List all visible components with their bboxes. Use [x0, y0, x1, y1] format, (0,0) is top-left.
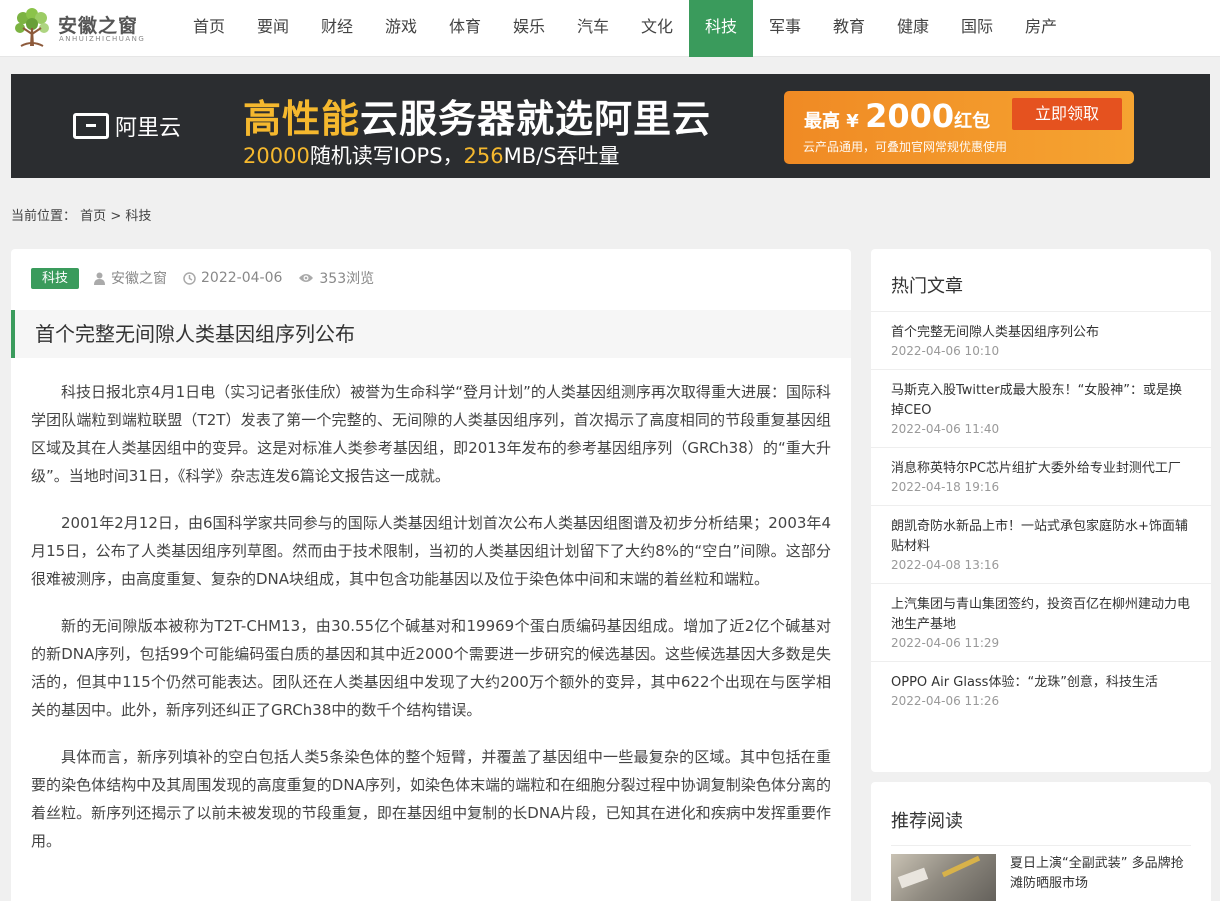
banner-headline-highlight: 高性能 [243, 97, 361, 141]
site-header: 安徽之窗 ANHUIZHICHUANG 首页 要闻 财经 游戏 体育 娱乐 汽车 文化 科技 军事… [0, 0, 1220, 57]
breadcrumb-label: 当前位置： [11, 209, 77, 224]
author-name: 安徽之窗 [111, 271, 168, 287]
logo-title: 安徽之窗 [58, 15, 139, 37]
article-body: 科技日报北京4月1日电（实习记者张佳欣）被誉为生命科学“登月计划”的人类基因组测… [31, 378, 831, 874]
banner-headline: 高性能云服务器就选阿里云 [243, 88, 711, 143]
banner-sub-num2: 256 [463, 144, 504, 168]
banner-sub-text2: MB/S吞吐量 [503, 144, 620, 168]
coupon-note: 云产品通用，可叠加官网常规优惠使用 [803, 140, 1008, 154]
banner-sub-num1: 20000 [243, 144, 310, 168]
hot-article-title[interactable]: 首个完整无间隙人类基因组序列公布 [891, 323, 1191, 343]
banner-sub-text1: 随机读写IOPS， [309, 144, 464, 168]
article-panel: 科技 安徽之窗 2022-04-06 353浏览 首个完整无间隙人类基因组序列公… [11, 249, 851, 901]
nav-item-10[interactable]: 教育 [817, 0, 881, 57]
user-icon [94, 272, 106, 285]
hot-article-item[interactable]: 首个完整无间隙人类基因组序列公布 2022-04-06 10:10 [871, 312, 1211, 370]
recommended-divider [891, 845, 1191, 846]
article-meta: 科技 安徽之窗 2022-04-06 353浏览 [31, 267, 390, 289]
nav-item-5[interactable]: 娱乐 [497, 0, 561, 57]
banner-ad[interactable]: 阿里云 高性能云服务器就选阿里云 20000随机读写IOPS，256MB/S吞吐… [11, 74, 1210, 178]
coupon-amount: 最高 ¥ 2000红包 [804, 97, 990, 135]
article-paragraph: 具体而言，新序列填补的空白包括人类5条染色体的整个短臂，并覆盖了基因组中一些最复… [31, 748, 831, 850]
recommended-thumbnail[interactable] [891, 854, 996, 901]
hot-article-title[interactable]: 上汽集团与青山集团签约，投资百亿在柳州建动力电池生产基地 [891, 595, 1191, 635]
hot-article-date: 2022-04-06 11:40 [891, 422, 1000, 436]
hot-article-item[interactable]: 消息称英特尔PC芯片组扩大委外给专业封测代工厂 2022-04-18 19:16 [871, 448, 1211, 506]
nav-item-9[interactable]: 军事 [753, 0, 817, 57]
view-count: 353浏览 [319, 271, 375, 287]
nav-item-7[interactable]: 文化 [625, 0, 689, 57]
hot-articles-panel: 热门文章 首个完整无间隙人类基因组序列公布 2022-04-06 10:10 马斯克… [871, 249, 1211, 772]
breadcrumb-home-link[interactable]: 首页 [80, 209, 106, 224]
article-title: 首个完整无间隙人类基因组序列公布 [35, 322, 355, 346]
eye-icon [299, 274, 314, 282]
recommended-panel: 推荐阅读 夏日上演“全副武装” 多品牌抢滩防晒服市场 [871, 782, 1211, 901]
hot-article-title[interactable]: OPPO Air Glass体验：“龙珠”创意，科技生活 [891, 673, 1191, 693]
main-nav: 首页 要闻 财经 游戏 体育 娱乐 汽车 文化 科技 军事 教育 健康 国际 房产 [177, 0, 1073, 57]
hot-article-title[interactable]: 马斯克入股Twitter成最大股东！“女股神”：或是换掉CEO [891, 381, 1191, 421]
logo-subtitle: ANHUIZHICHUANG [59, 35, 146, 43]
recommended-title: 推荐阅读 [891, 811, 963, 832]
article-paragraph: 新的无间隙版本被称为T2T-CHM13，由30.55亿个碱基对和19969个蛋白… [31, 617, 831, 719]
breadcrumb: 当前位置： 首页 > 科技 [11, 205, 151, 224]
banner-subline: 20000随机读写IOPS，256MB/S吞吐量 [243, 140, 620, 170]
nav-item-0[interactable]: 首页 [177, 0, 241, 57]
hot-article-title[interactable]: 朗凯奇防水新品上市！一站式承包家庭防水+饰面辅贴材料 [891, 517, 1191, 557]
site-logo[interactable]: 安徽之窗 ANHUIZHICHUANG [13, 8, 146, 48]
hot-article-title[interactable]: 消息称英特尔PC芯片组扩大委外给专业封测代工厂 [891, 459, 1191, 479]
hot-articles-list: 首个完整无间隙人类基因组序列公布 2022-04-06 10:10 马斯克入股Twi… [871, 312, 1211, 719]
coupon-suffix: 红包 [954, 111, 991, 132]
tree-logo-icon [15, 8, 49, 47]
coupon-box[interactable]: 最高 ¥ 2000红包 云产品通用，可叠加官网常规优惠使用 立即领取 [784, 91, 1134, 164]
hot-articles-title: 热门文章 [871, 249, 1211, 312]
hot-article-date: 2022-04-06 11:26 [891, 694, 1000, 708]
hot-article-item[interactable]: OPPO Air Glass体验：“龙珠”创意，科技生活 2022-04-06 1… [871, 662, 1211, 719]
article-paragraph: 2001年2月12日，由6国科学家共同参与的国际人类基因组计划首次公布人类基因组… [31, 514, 831, 588]
nav-item-11[interactable]: 健康 [881, 0, 945, 57]
nav-item-8[interactable]: 科技 [689, 0, 753, 57]
hot-article-item[interactable]: 朗凯奇防水新品上市！一站式承包家庭防水+饰面辅贴材料 2022-04-08 13:… [871, 506, 1211, 584]
aliyun-logo-icon [73, 113, 109, 139]
hot-article-date: 2022-04-18 19:16 [891, 480, 1000, 494]
nav-item-2[interactable]: 财经 [305, 0, 369, 57]
hot-article-date: 2022-04-06 10:10 [891, 344, 1000, 358]
hot-article-item[interactable]: 上汽集团与青山集团签约，投资百亿在柳州建动力电池生产基地 2022-04-06 1… [871, 584, 1211, 662]
aliyun-logo: 阿里云 [73, 110, 181, 142]
publish-date: 2022-04-06 [201, 270, 283, 286]
claim-coupon-button[interactable]: 立即领取 [1012, 98, 1122, 130]
recommended-item-title[interactable]: 夏日上演“全副武装” 多品牌抢滩防晒服市场 [1010, 854, 1191, 894]
author-meta: 安徽之窗 [93, 268, 167, 288]
article-paragraph: 科技日报北京4月1日电（实习记者张佳欣）被誉为生命科学“登月计划”的人类基因组测… [31, 383, 831, 485]
nav-item-13[interactable]: 房产 [1009, 0, 1073, 57]
views-meta: 353浏览 [298, 268, 374, 288]
aliyun-brand-text: 阿里云 [115, 116, 182, 141]
nav-item-12[interactable]: 国际 [945, 0, 1009, 57]
nav-item-6[interactable]: 汽车 [561, 0, 625, 57]
date-meta: 2022-04-06 [183, 270, 282, 286]
breadcrumb-separator: > [110, 209, 122, 224]
article-title-bar: 首个完整无间隙人类基因组序列公布 [11, 310, 851, 358]
clock-icon [183, 271, 196, 285]
coupon-prefix: 最高 ¥ [804, 111, 866, 132]
breadcrumb-current-link[interactable]: 科技 [125, 209, 151, 224]
hot-article-date: 2022-04-06 11:29 [891, 636, 1000, 650]
category-tag[interactable]: 科技 [31, 267, 80, 289]
nav-item-4[interactable]: 体育 [433, 0, 497, 57]
banner-headline-rest: 云服务器就选阿里云 [360, 97, 712, 141]
nav-item-1[interactable]: 要闻 [241, 0, 305, 57]
hot-article-item[interactable]: 马斯克入股Twitter成最大股东！“女股神”：或是换掉CEO 2022-04-0… [871, 370, 1211, 448]
recommended-item[interactable]: 夏日上演“全副武装” 多品牌抢滩防晒服市场 [891, 854, 1191, 901]
coupon-value: 2000 [865, 97, 955, 135]
hot-article-date: 2022-04-08 13:16 [891, 558, 1000, 572]
nav-item-3[interactable]: 游戏 [369, 0, 433, 57]
